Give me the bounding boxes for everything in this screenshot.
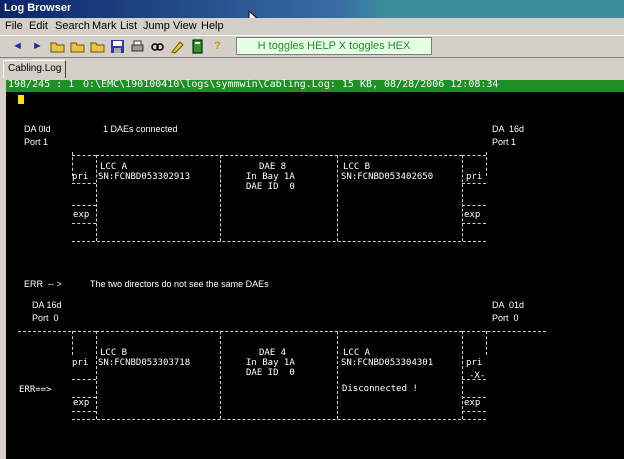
s1-right-pri-line — [486, 152, 487, 176]
s1-top-left-stub — [72, 155, 96, 156]
s2-dae-id: DAE ID 0 — [246, 368, 295, 378]
s1-right-port-label: Port 1 — [492, 137, 517, 147]
menu-jump[interactable]: Jump — [143, 20, 170, 32]
s1-pri-left-stub — [72, 183, 96, 184]
s1-right-da-label: DA 16d — [492, 124, 525, 134]
s1-dae-id: DAE ID 0 — [246, 182, 295, 192]
s1-left-da-label: DA 0ld — [24, 124, 51, 134]
s2-right-pri-line — [486, 331, 487, 355]
s2-divider-1 — [220, 331, 221, 419]
s1-lcc-right-title: LCC B — [343, 162, 371, 172]
s2-divider-2 — [337, 331, 338, 419]
mark-icon[interactable] — [170, 39, 185, 54]
s1-exp-left-top — [72, 205, 96, 206]
s2-top-border — [96, 331, 462, 332]
book-icon[interactable] — [190, 39, 205, 54]
s1-bottom-border — [72, 241, 486, 242]
menu-file[interactable]: File — [5, 20, 23, 32]
s1-top-right-stub — [462, 155, 486, 156]
back-arrow-icon[interactable]: ◄ — [10, 39, 25, 54]
menu-edit[interactable]: Edit — [29, 20, 48, 32]
menu-search[interactable]: Search — [55, 20, 90, 32]
s2-dae-title: DAE 4 — [259, 348, 287, 358]
menu-list[interactable]: List — [120, 20, 137, 32]
text-cursor — [18, 95, 24, 104]
menu-bar: File Edit Search Mark List Jump View Hel… — [0, 18, 624, 35]
forward-arrow-icon[interactable]: ► — [30, 39, 45, 54]
open-folder-3-icon[interactable] — [90, 39, 105, 54]
print-icon[interactable] — [130, 39, 145, 54]
line-position: 198/245 : 1 — [8, 79, 75, 90]
window-title: Log Browser — [4, 2, 72, 14]
save-icon[interactable] — [110, 39, 125, 54]
s2-lcc-right-title: LCC A — [343, 348, 371, 358]
s2-exp-left: exp — [73, 398, 90, 408]
s1-exp-right-bottom — [462, 223, 486, 224]
help-toggle-hint: H toggles HELP X toggles HEX — [236, 37, 432, 55]
s2-exp-right: exp — [464, 398, 481, 408]
s2-lcc-right-sn: SN:FCNBD053304301 — [341, 358, 434, 368]
open-folder-icon[interactable] — [50, 39, 65, 54]
s2-pri-left: pri — [72, 358, 89, 368]
s1-lcc-left-sn: SN:FCNBD053302913 — [98, 172, 191, 182]
s1-divider-2 — [337, 155, 338, 241]
s2-left-da-label: DA 16d — [32, 300, 62, 310]
s2-lcc-left-title: LCC B — [100, 348, 128, 358]
s1-top-border — [96, 155, 462, 156]
tab-cabling-log[interactable]: Cabling.Log — [3, 60, 67, 78]
help-icon[interactable]: ? — [210, 39, 225, 54]
s2-top-left-stub — [18, 331, 96, 332]
s1-left-port-label: Port 1 — [24, 137, 49, 147]
s2-disconnect-x-icon: -X- — [469, 371, 486, 381]
s2-dae-bay: In Bay 1A — [246, 358, 295, 368]
s1-divider-1 — [220, 155, 221, 241]
s1-exp-left: exp — [73, 210, 90, 220]
s1-box-left-edge — [96, 155, 97, 241]
title-bar: Log Browser — [0, 0, 624, 18]
menu-mark[interactable]: Mark — [92, 20, 116, 32]
s2-exp-left-bottom — [72, 411, 96, 412]
s2-box-left-edge — [96, 331, 97, 419]
s1-lcc-left-title: LCC A — [100, 162, 128, 172]
s2-bottom-border — [72, 419, 486, 420]
s1-dae-bay: In Bay 1A — [246, 172, 295, 182]
s2-right-da-label: DA 01d — [492, 300, 525, 310]
s1-dae-title: DAE 8 — [259, 162, 287, 172]
s2-err-marker: ERR==> — [19, 385, 52, 395]
menu-help[interactable]: Help — [201, 20, 224, 32]
s1-lcc-right-sn: SN:FCNBD053402650 — [341, 172, 434, 182]
s1-exp-right: exp — [464, 210, 481, 220]
s2-top-right-stub — [462, 331, 546, 332]
s2-lcc-left-sn: SN:FCNBD053303718 — [98, 358, 191, 368]
s2-left-port-label: Port 0 — [32, 313, 59, 323]
path-bar: 198/245 : 1 O:\EMC\190100410\logs\symmwi… — [6, 79, 624, 92]
s2-box-right-edge — [462, 331, 463, 419]
s2-pri-left-stub — [72, 379, 96, 380]
err-label: ERR -- > — [24, 279, 62, 289]
s1-pri-right-stub — [462, 183, 486, 184]
s2-exp-right-bottom — [462, 411, 486, 412]
s1-box-right-edge — [462, 155, 463, 241]
s2-pri-right: pri — [466, 358, 483, 368]
s1-status-text: 1 DAEs connected — [103, 124, 178, 134]
s1-exp-right-top — [462, 205, 486, 206]
find-icon[interactable] — [150, 39, 165, 54]
s2-disconnected-text: Disconnected ! — [342, 384, 418, 394]
tab-strip: Cabling.Log — [0, 58, 624, 78]
s1-exp-left-bottom — [72, 223, 96, 224]
s2-left-pri-line — [72, 331, 73, 355]
s1-pri-left: pri — [72, 172, 89, 182]
file-path: O:\EMC\190100410\logs\symmwin\Cabling.Lo… — [83, 79, 499, 90]
s1-pri-right: pri — [466, 172, 483, 182]
open-folder-2-icon[interactable] — [70, 39, 85, 54]
log-console[interactable]: DA 0ld Port 1 1 DAEs connected DA 16d Po… — [6, 92, 624, 459]
s2-right-port-label: Port 0 — [492, 313, 519, 323]
err-message: The two directors do not see the same DA… — [90, 279, 269, 289]
menu-view[interactable]: View — [173, 20, 197, 32]
